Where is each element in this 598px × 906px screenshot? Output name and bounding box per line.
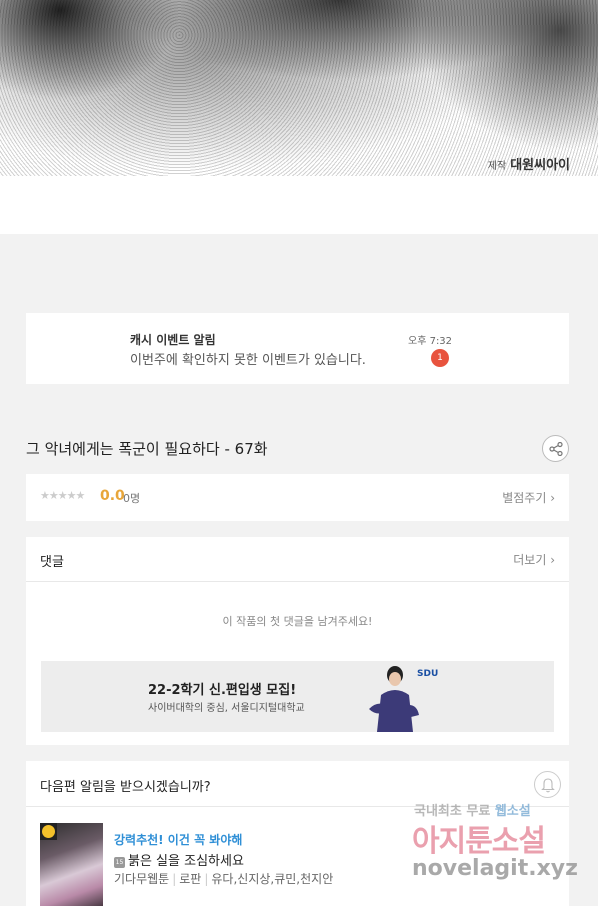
notification-title: 캐시 이벤트 알림 xyxy=(130,333,216,347)
meta-genre: 로판 xyxy=(179,872,202,886)
cash-event-notification[interactable]: 캐시 이벤트 알림 이번주에 확인하지 못한 이벤트가 있습니다. 오후 7:3… xyxy=(26,313,569,384)
alert-label: 다음편 알림을 받으시겠습니까? xyxy=(40,780,211,795)
alert-bell-button[interactable] xyxy=(534,771,561,798)
meta-service: 기다무웹툰 xyxy=(114,872,170,886)
age-rating-badge: 15 xyxy=(114,857,125,868)
share-button[interactable] xyxy=(542,435,569,462)
sdu-logo: SDU xyxy=(417,669,439,679)
comic-credit: 제작 대원씨아이 xyxy=(488,154,570,173)
rating-bar: ★★★★★ 0.0 0명 별점주기 › xyxy=(26,474,569,521)
meta-authors: 유다,신지상,큐민,천지안 xyxy=(211,872,334,886)
comments-label: 댓글 xyxy=(40,555,64,570)
credit-name: 대원씨아이 xyxy=(510,158,570,173)
recommended-title-row: 15 붉은 실을 조심하세요 xyxy=(114,850,244,869)
ad-headline: 22-2학기 신.편입생 모집! xyxy=(148,683,297,698)
credit-prefix: 제작 xyxy=(487,161,507,172)
recommended-thumbnail xyxy=(40,823,103,906)
notification-time: 오후 7:32 xyxy=(408,336,453,347)
bell-icon xyxy=(541,778,555,793)
notification-count-badge: 1 xyxy=(431,349,449,367)
comic-image: 제작 대원씨아이 xyxy=(0,0,598,176)
comments-more-button[interactable]: 더보기 › xyxy=(513,551,555,568)
comments-section: 댓글 더보기 › 이 작품의 첫 댓글을 남겨주세요! 22-2학기 신.편입생… xyxy=(26,537,569,745)
episode-title: 그 악녀에게는 폭군이 필요하다 - 67화 xyxy=(26,440,268,458)
notification-message: 이번주에 확인하지 못한 이벤트가 있습니다. xyxy=(130,353,366,368)
comments-empty-message: 이 작품의 첫 댓글을 남겨주세요! xyxy=(222,615,373,628)
recommended-tag: 강력추천! 이건 꼭 봐야해 xyxy=(114,833,243,847)
rating-count: 0명 xyxy=(123,492,141,505)
ad-person-image xyxy=(369,666,419,732)
recommended-meta: 기다무웹툰 | 로판 | 유다,신지상,큐민,천지안 xyxy=(114,872,334,886)
alert-header: 다음편 알림을 받으시겠습니까? xyxy=(26,761,569,807)
clock-icon xyxy=(40,823,57,840)
comments-header: 댓글 더보기 › xyxy=(26,537,569,582)
comic-artwork xyxy=(0,0,598,176)
recommended-title: 붉은 실을 조심하세요 xyxy=(128,854,244,869)
rating-score: 0.0 xyxy=(100,488,125,504)
rate-button[interactable]: 별점주기 › xyxy=(502,489,555,506)
share-icon xyxy=(549,442,563,456)
next-episode-alert-section: 다음편 알림을 받으시겠습니까? 강력추천! 이건 꼭 봐야해 15 붉은 실을 … xyxy=(26,761,569,906)
ad-banner[interactable]: 22-2학기 신.편입생 모집! 사이버대학의 중심, 서울디지털대학교 SDU xyxy=(41,661,554,732)
rating-stars: ★★★★★ xyxy=(40,489,85,502)
comic-bottom-margin xyxy=(0,176,598,234)
ad-subtitle: 사이버대학의 중심, 서울디지털대학교 xyxy=(148,703,305,714)
